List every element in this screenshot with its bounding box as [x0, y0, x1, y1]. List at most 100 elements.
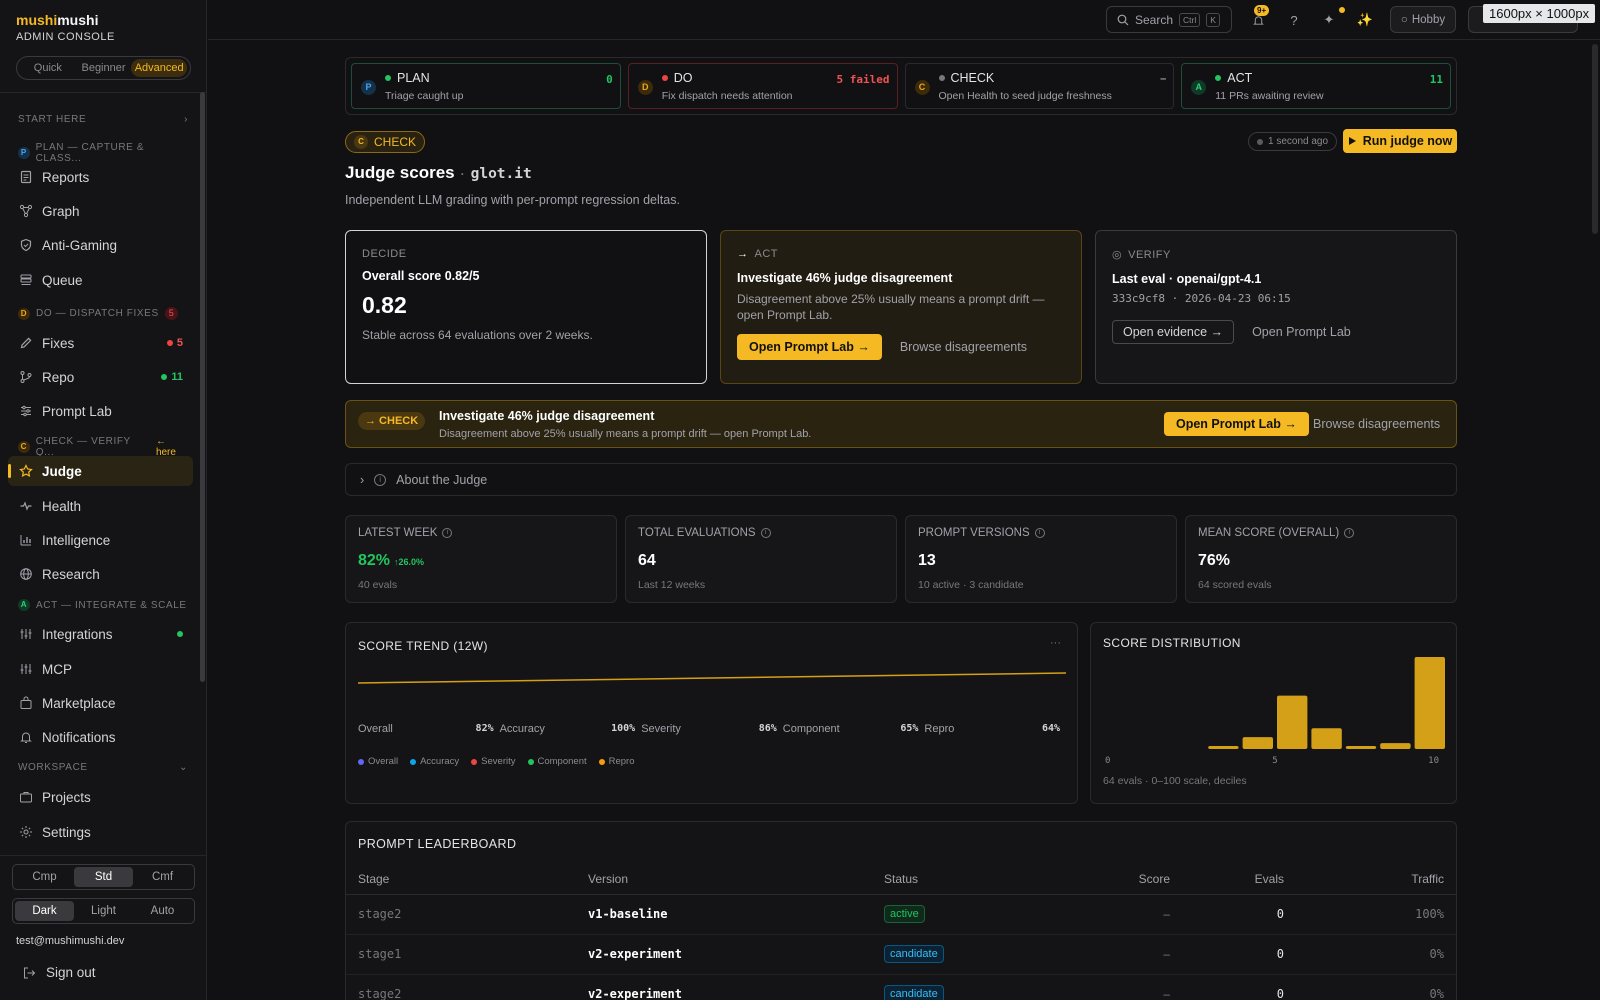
pdca-count: 5 failed: [836, 73, 890, 86]
open-prompt-lab-button[interactable]: Open Prompt Lab →: [737, 334, 882, 360]
distribution-bar[interactable]: [1414, 657, 1445, 749]
banner-browse-disagreements-link[interactable]: Browse disagreements: [1313, 417, 1440, 431]
distribution-bar[interactable]: [1208, 746, 1239, 749]
open-evidence-button[interactable]: Open evidence →: [1112, 320, 1235, 344]
distribution-bar[interactable]: [1345, 746, 1377, 749]
section-workspace[interactable]: WORKSPACE ⌄: [18, 762, 188, 773]
distribution-bar[interactable]: [1242, 737, 1273, 749]
phase-badge-p: P: [361, 80, 376, 95]
eval-meta: 333c9cf8 · 2026-04-23 06:15: [1112, 292, 1291, 305]
run-judge-button[interactable]: Run judge now: [1343, 129, 1457, 153]
sidebar-item-health[interactable]: Health: [8, 491, 193, 521]
phase-badge-d: D: [18, 307, 30, 320]
sidebar-item-fixes[interactable]: Fixes 5: [8, 328, 193, 358]
section-start-here[interactable]: START HERE ›: [18, 114, 188, 125]
brand-logo[interactable]: mushimushi: [16, 12, 98, 28]
decide-card: DECIDE Overall score 0.82/5 0.82 Stable …: [345, 230, 707, 384]
legend-swatch: [471, 758, 478, 765]
column-header-traffic[interactable]: Traffic: [1296, 864, 1456, 895]
legend-label: Component: [537, 756, 587, 767]
pdca-card-plan[interactable]: P PLAN Triage caught up 0: [351, 63, 621, 109]
legend-item[interactable]: Repro: [598, 756, 635, 767]
density-standard[interactable]: Std: [74, 867, 133, 887]
sidebar-item-integrations[interactable]: Integrations: [8, 619, 193, 649]
level-quick[interactable]: Quick: [20, 59, 76, 77]
info-icon[interactable]: i: [1034, 528, 1045, 538]
sidebar-item-reports[interactable]: Reports: [8, 162, 193, 192]
legend-item[interactable]: Accuracy: [410, 756, 459, 767]
table-row[interactable]: stage1 v2-experiment candidate –0 0%: [346, 934, 1456, 975]
table-row[interactable]: stage2 v1-baseline active –0 100%: [346, 894, 1456, 935]
sidebar-item-repo[interactable]: Repo 11: [8, 362, 193, 392]
sidebar-item-notifications[interactable]: Notifications: [8, 722, 193, 752]
info-icon[interactable]: i: [1344, 528, 1355, 538]
table-row[interactable]: stage2 v2-experiment candidate –0 0%: [346, 974, 1456, 1000]
sidebar-item-projects[interactable]: Projects: [8, 782, 193, 812]
sidebar-item-mcp[interactable]: MCP: [8, 654, 193, 684]
column-header-stage[interactable]: Stage: [346, 864, 576, 895]
page-title-text: Judge scores: [345, 163, 455, 182]
column-header-version[interactable]: Version: [576, 864, 872, 895]
plug-icon: [20, 629, 32, 639]
distribution-bar[interactable]: [1277, 695, 1308, 749]
cell-stage: stage1: [346, 934, 576, 975]
column-header-evals[interactable]: Evals: [1182, 864, 1296, 895]
status-badge: candidate: [884, 945, 944, 963]
distribution-bar[interactable]: [1311, 728, 1342, 749]
column-header-status[interactable]: Status: [872, 864, 1052, 895]
chart-title: SCORE DISTRIBUTION: [1103, 636, 1241, 650]
sign-out-button[interactable]: Sign out: [22, 965, 96, 980]
sidebar-scrollbar[interactable]: [200, 92, 205, 682]
pdca-card-do[interactable]: D DO Fix dispatch needs attention 5 fail…: [627, 63, 898, 109]
sidebar-item-graph[interactable]: Graph: [8, 196, 193, 226]
level-advanced[interactable]: Advanced: [131, 59, 188, 77]
pdca-card-check[interactable]: C CHECK Open Health to seed judge freshn…: [904, 63, 1175, 109]
search-button[interactable]: Search Ctrl K: [1106, 6, 1232, 33]
sidebar-item-intelligence[interactable]: Intelligence: [8, 525, 193, 555]
star-icon: [19, 464, 33, 478]
chevron-right-icon: ›: [360, 472, 365, 487]
phase-badge-a: A: [1191, 80, 1207, 95]
stat-value: 64: [638, 552, 656, 569]
bell-icon: [20, 732, 32, 743]
column-header-score[interactable]: Score: [1052, 864, 1182, 895]
phase-badge-c: C: [914, 80, 930, 95]
legend-item[interactable]: Severity: [471, 756, 516, 767]
about-judge-accordion[interactable]: › i About the Judge: [345, 463, 1457, 496]
theme-auto[interactable]: Auto: [133, 901, 192, 921]
assistant-button[interactable]: ✦: [1319, 10, 1339, 30]
section-label: WORKSPACE: [18, 762, 88, 773]
you-are-here-marker: ← here: [155, 436, 176, 458]
distribution-bar[interactable]: [1380, 743, 1411, 749]
legend-swatch: [358, 758, 364, 765]
help-button[interactable]: ?: [1284, 10, 1304, 30]
section-label: ACT — INTEGRATE & SCALE: [36, 599, 187, 611]
sidebar-item-settings[interactable]: Settings: [8, 817, 193, 847]
theme-light[interactable]: Light: [74, 901, 133, 921]
sidebar-item-queue[interactable]: Queue: [8, 265, 193, 295]
density-comfortable[interactable]: Cmf: [133, 867, 192, 887]
banner-open-prompt-lab-button[interactable]: Open Prompt Lab →: [1164, 412, 1309, 436]
more-options-button[interactable]: ···: [1050, 637, 1061, 649]
app-root: mushimushi ADMIN CONSOLE Quick Beginner …: [0, 0, 1600, 1000]
level-beginner[interactable]: Beginner: [76, 59, 132, 77]
legend-item[interactable]: Component: [527, 756, 587, 767]
main-scrollbar[interactable]: [1592, 44, 1598, 234]
pdca-card-act[interactable]: A ACT 11 PRs awaiting review 11: [1181, 63, 1451, 109]
sidebar-item-anti-gaming[interactable]: Anti-Gaming: [8, 230, 193, 260]
sidebar-item-prompt-lab[interactable]: Prompt Lab: [8, 396, 193, 426]
whats-new-button[interactable]: ✨: [1355, 10, 1375, 30]
sidebar-item-research[interactable]: Research: [8, 559, 193, 589]
info-icon[interactable]: i: [760, 528, 771, 538]
sidebar-item-judge[interactable]: Judge: [8, 456, 193, 486]
plan-button[interactable]: ○ Hobby: [1390, 6, 1456, 33]
browse-disagreements-link[interactable]: Browse disagreements: [900, 340, 1027, 354]
status-dot: [161, 374, 168, 380]
info-icon[interactable]: i: [442, 528, 453, 538]
open-prompt-lab-link[interactable]: Open Prompt Lab: [1252, 325, 1351, 339]
legend-item[interactable]: Overall: [358, 756, 398, 767]
status-badge: candidate: [884, 985, 944, 1000]
theme-dark[interactable]: Dark: [15, 901, 74, 921]
sidebar-item-marketplace[interactable]: Marketplace: [8, 688, 193, 718]
density-compact[interactable]: Cmp: [15, 867, 74, 887]
